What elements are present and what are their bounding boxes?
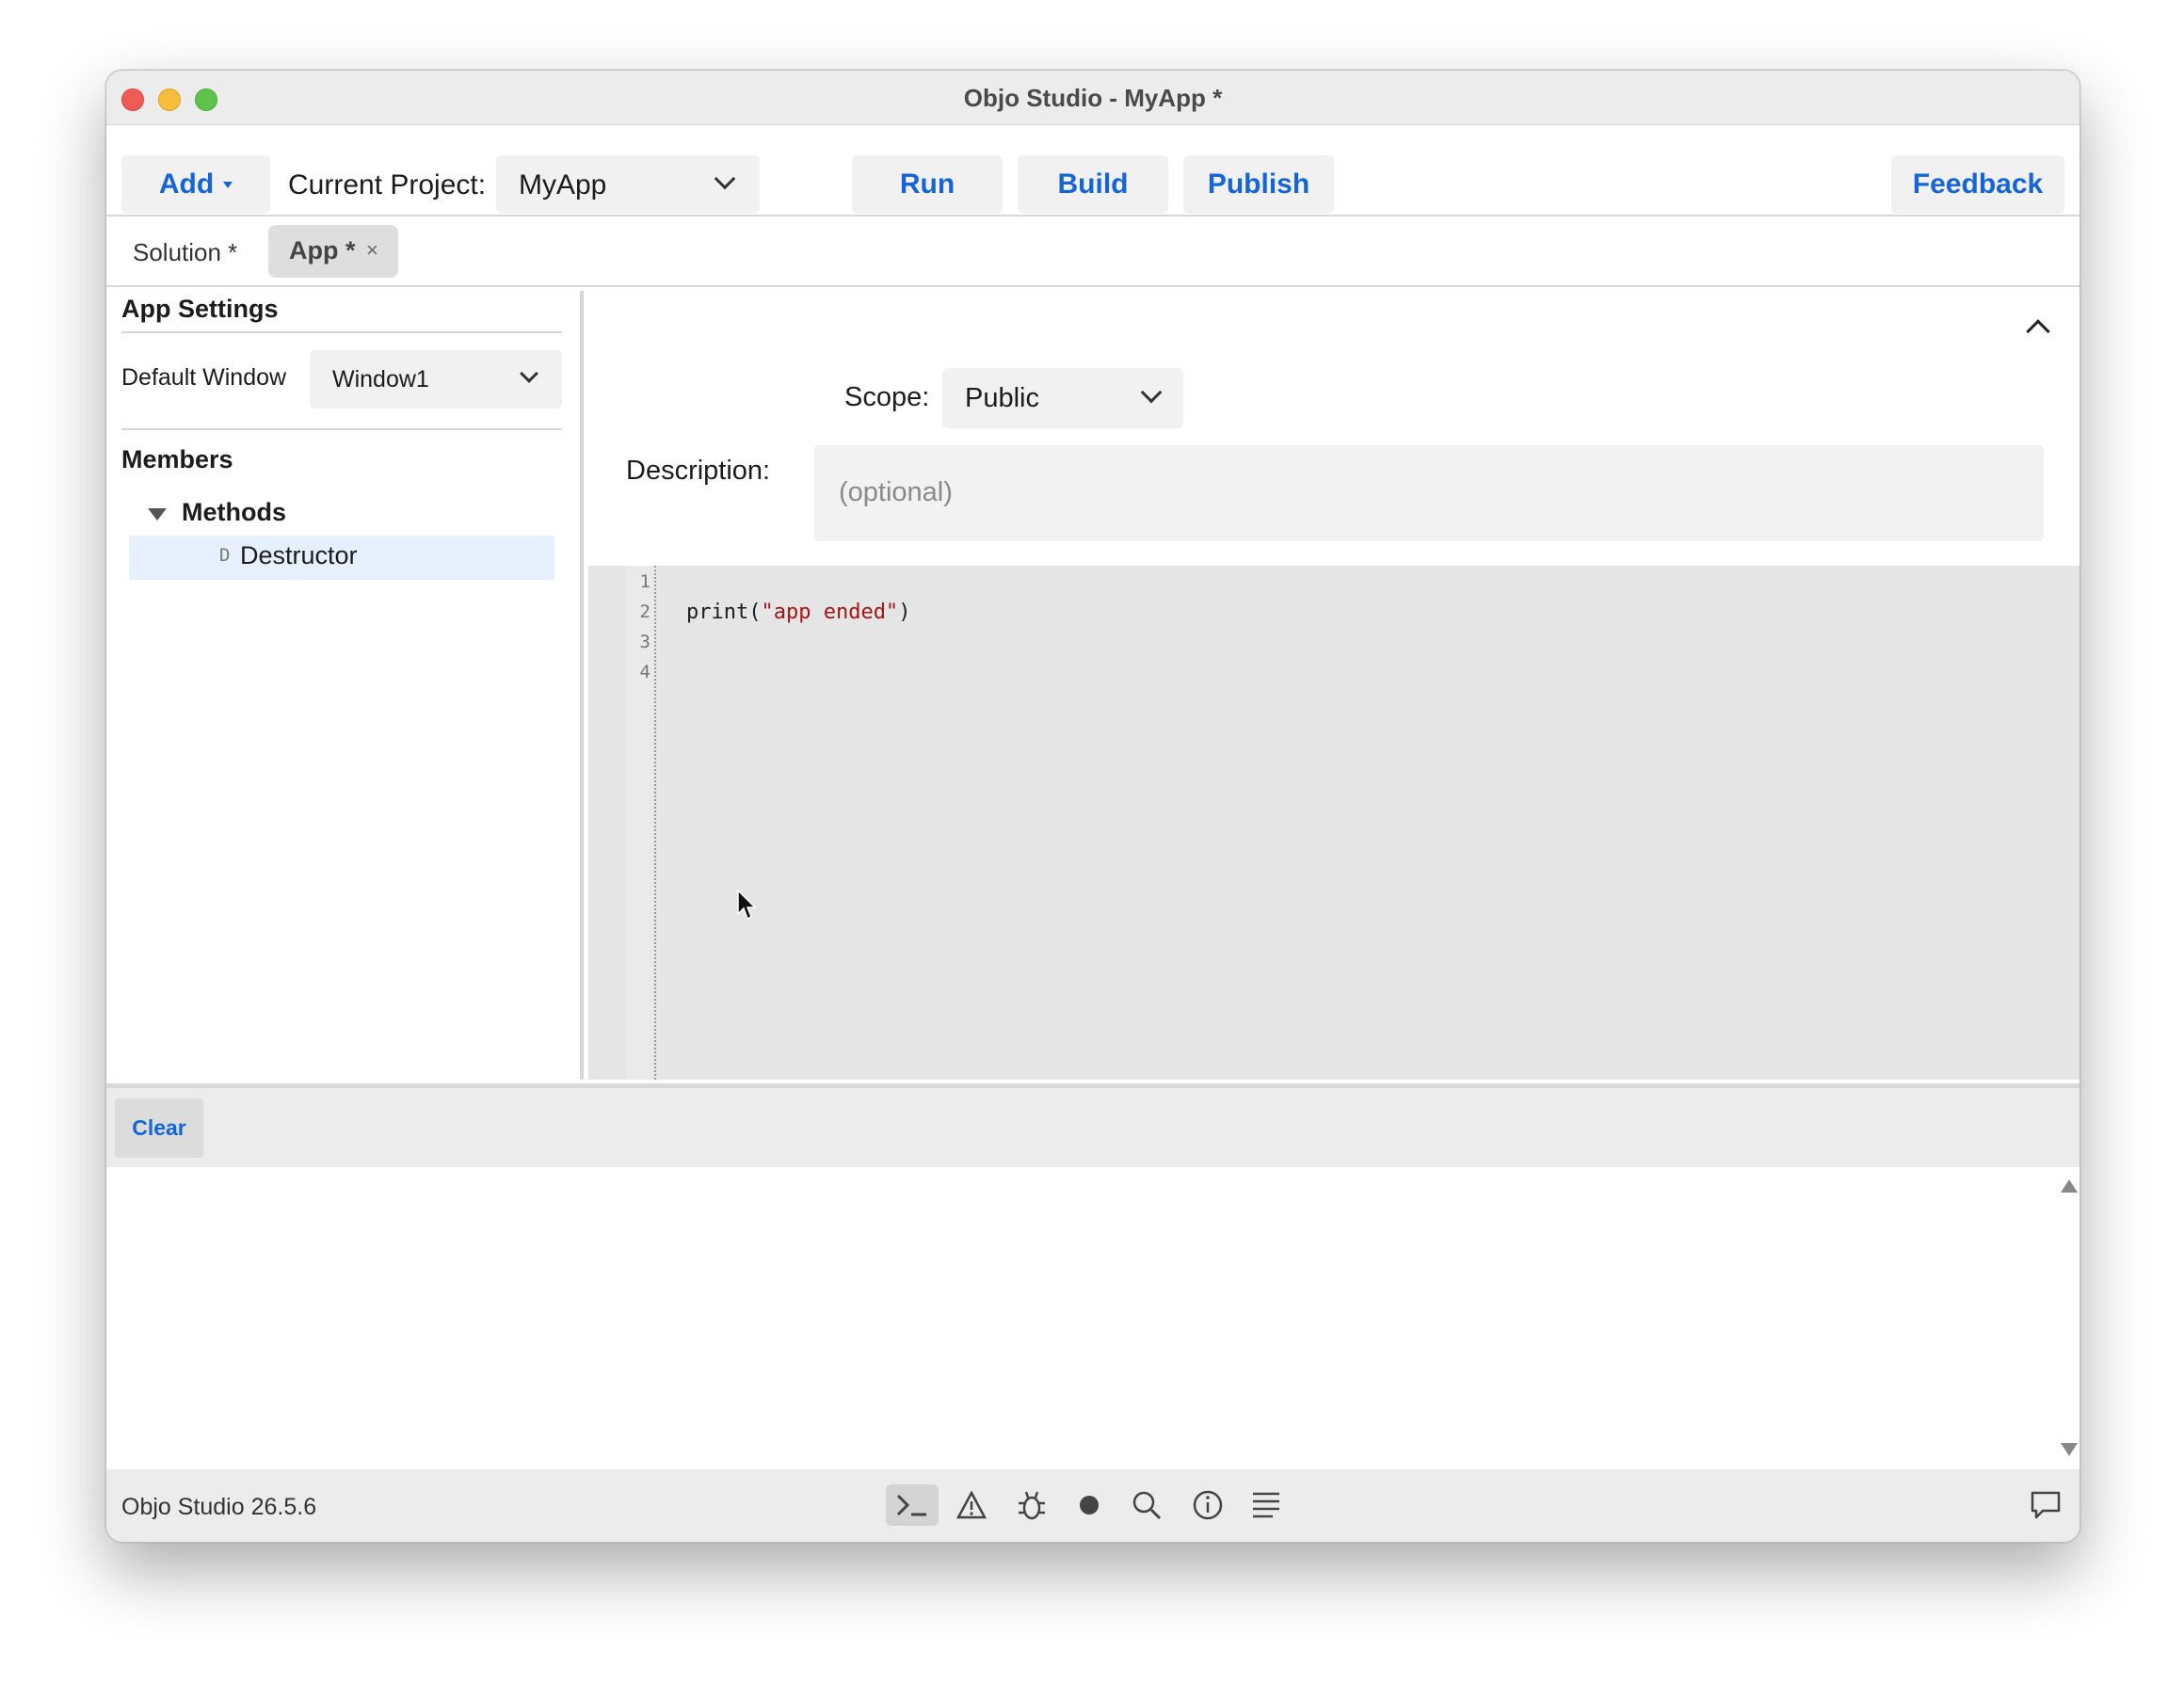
build-button[interactable]: Build: [1018, 155, 1168, 214]
description-field[interactable]: (optional): [814, 445, 2044, 541]
description-placeholder: (optional): [839, 477, 953, 507]
run-button[interactable]: Run: [852, 155, 1003, 214]
feedback-button[interactable]: Feedback: [1891, 155, 2064, 214]
close-tab-icon[interactable]: ×: [366, 238, 378, 263]
current-project-value: MyApp: [519, 169, 607, 200]
chevron-down-icon: [1140, 381, 1163, 404]
chat-icon[interactable]: [2019, 1484, 2072, 1526]
add-button-label: Add: [158, 168, 215, 200]
mouse-pointer-icon: [737, 889, 758, 926]
method-label: Destructor: [240, 541, 358, 569]
line-number: 2: [639, 601, 650, 622]
add-button[interactable]: Add: [121, 155, 270, 214]
description-label: Description:: [626, 456, 771, 486]
default-window-value: Window1: [332, 366, 429, 393]
code-paren: ): [898, 601, 911, 624]
code-function: print(: [686, 601, 762, 624]
code-string: "app ended": [761, 601, 899, 624]
info-icon[interactable]: [1181, 1484, 1234, 1526]
code-line[interactable]: print("app ended"): [686, 601, 910, 624]
scope-value: Public: [965, 383, 1039, 413]
members-title: Members: [121, 445, 233, 473]
divider: [121, 428, 562, 430]
default-window-select[interactable]: Window1: [310, 350, 562, 409]
console-toolbar: [106, 1088, 2080, 1167]
list-item[interactable]: D Destructor: [129, 536, 554, 580]
search-icon[interactable]: [1120, 1484, 1173, 1526]
line-number: 3: [639, 632, 650, 652]
disclosure-triangle-icon[interactable]: [148, 508, 167, 521]
chevron-down-icon: [714, 168, 736, 190]
version-text: Objo Studio 26.5.6: [121, 1494, 317, 1520]
divider: [121, 331, 562, 333]
current-project-select[interactable]: MyApp: [496, 155, 760, 214]
vertical-splitter[interactable]: [580, 291, 584, 1080]
scroll-up-arrow-icon[interactable]: [2061, 1179, 2078, 1193]
chevron-down-icon: [520, 364, 538, 383]
tab-app-label: App *: [289, 236, 356, 264]
warning-icon[interactable]: [945, 1484, 998, 1526]
default-window-label: Default Window: [121, 364, 287, 391]
bug-icon[interactable]: [1005, 1484, 1058, 1526]
methods-group-label[interactable]: Methods: [182, 498, 286, 527]
console-output[interactable]: [114, 1167, 2057, 1469]
chevron-up-icon[interactable]: [2026, 319, 2050, 344]
tab-solution[interactable]: Solution *: [133, 238, 237, 267]
current-project-label: Current Project:: [288, 169, 487, 200]
line-number-gutter: 1 2 3 4: [626, 566, 656, 1080]
method-badge: D: [219, 545, 231, 566]
line-number: 1: [639, 571, 650, 592]
clear-button[interactable]: Clear: [115, 1098, 203, 1158]
window-title: Objo Studio - MyApp *: [963, 84, 1223, 112]
app-settings-title: App Settings: [121, 295, 279, 323]
scope-label: Scope:: [844, 382, 930, 412]
scroll-down-arrow-icon[interactable]: [2061, 1443, 2078, 1456]
line-number: 4: [639, 662, 650, 682]
publish-button[interactable]: Publish: [1183, 155, 1334, 214]
list-icon[interactable]: [1240, 1484, 1293, 1526]
scope-select[interactable]: Public: [942, 368, 1183, 428]
app-window: Objo Studio - MyApp * Add Current Projec…: [105, 70, 2080, 1543]
breakpoint-icon[interactable]: [1063, 1484, 1116, 1526]
tab-bar: [106, 216, 2080, 287]
terminal-icon[interactable]: [886, 1484, 939, 1526]
dropdown-arrow-icon: [223, 181, 233, 188]
tab-app[interactable]: App * ×: [268, 225, 398, 278]
code-editor[interactable]: [588, 566, 2080, 1080]
